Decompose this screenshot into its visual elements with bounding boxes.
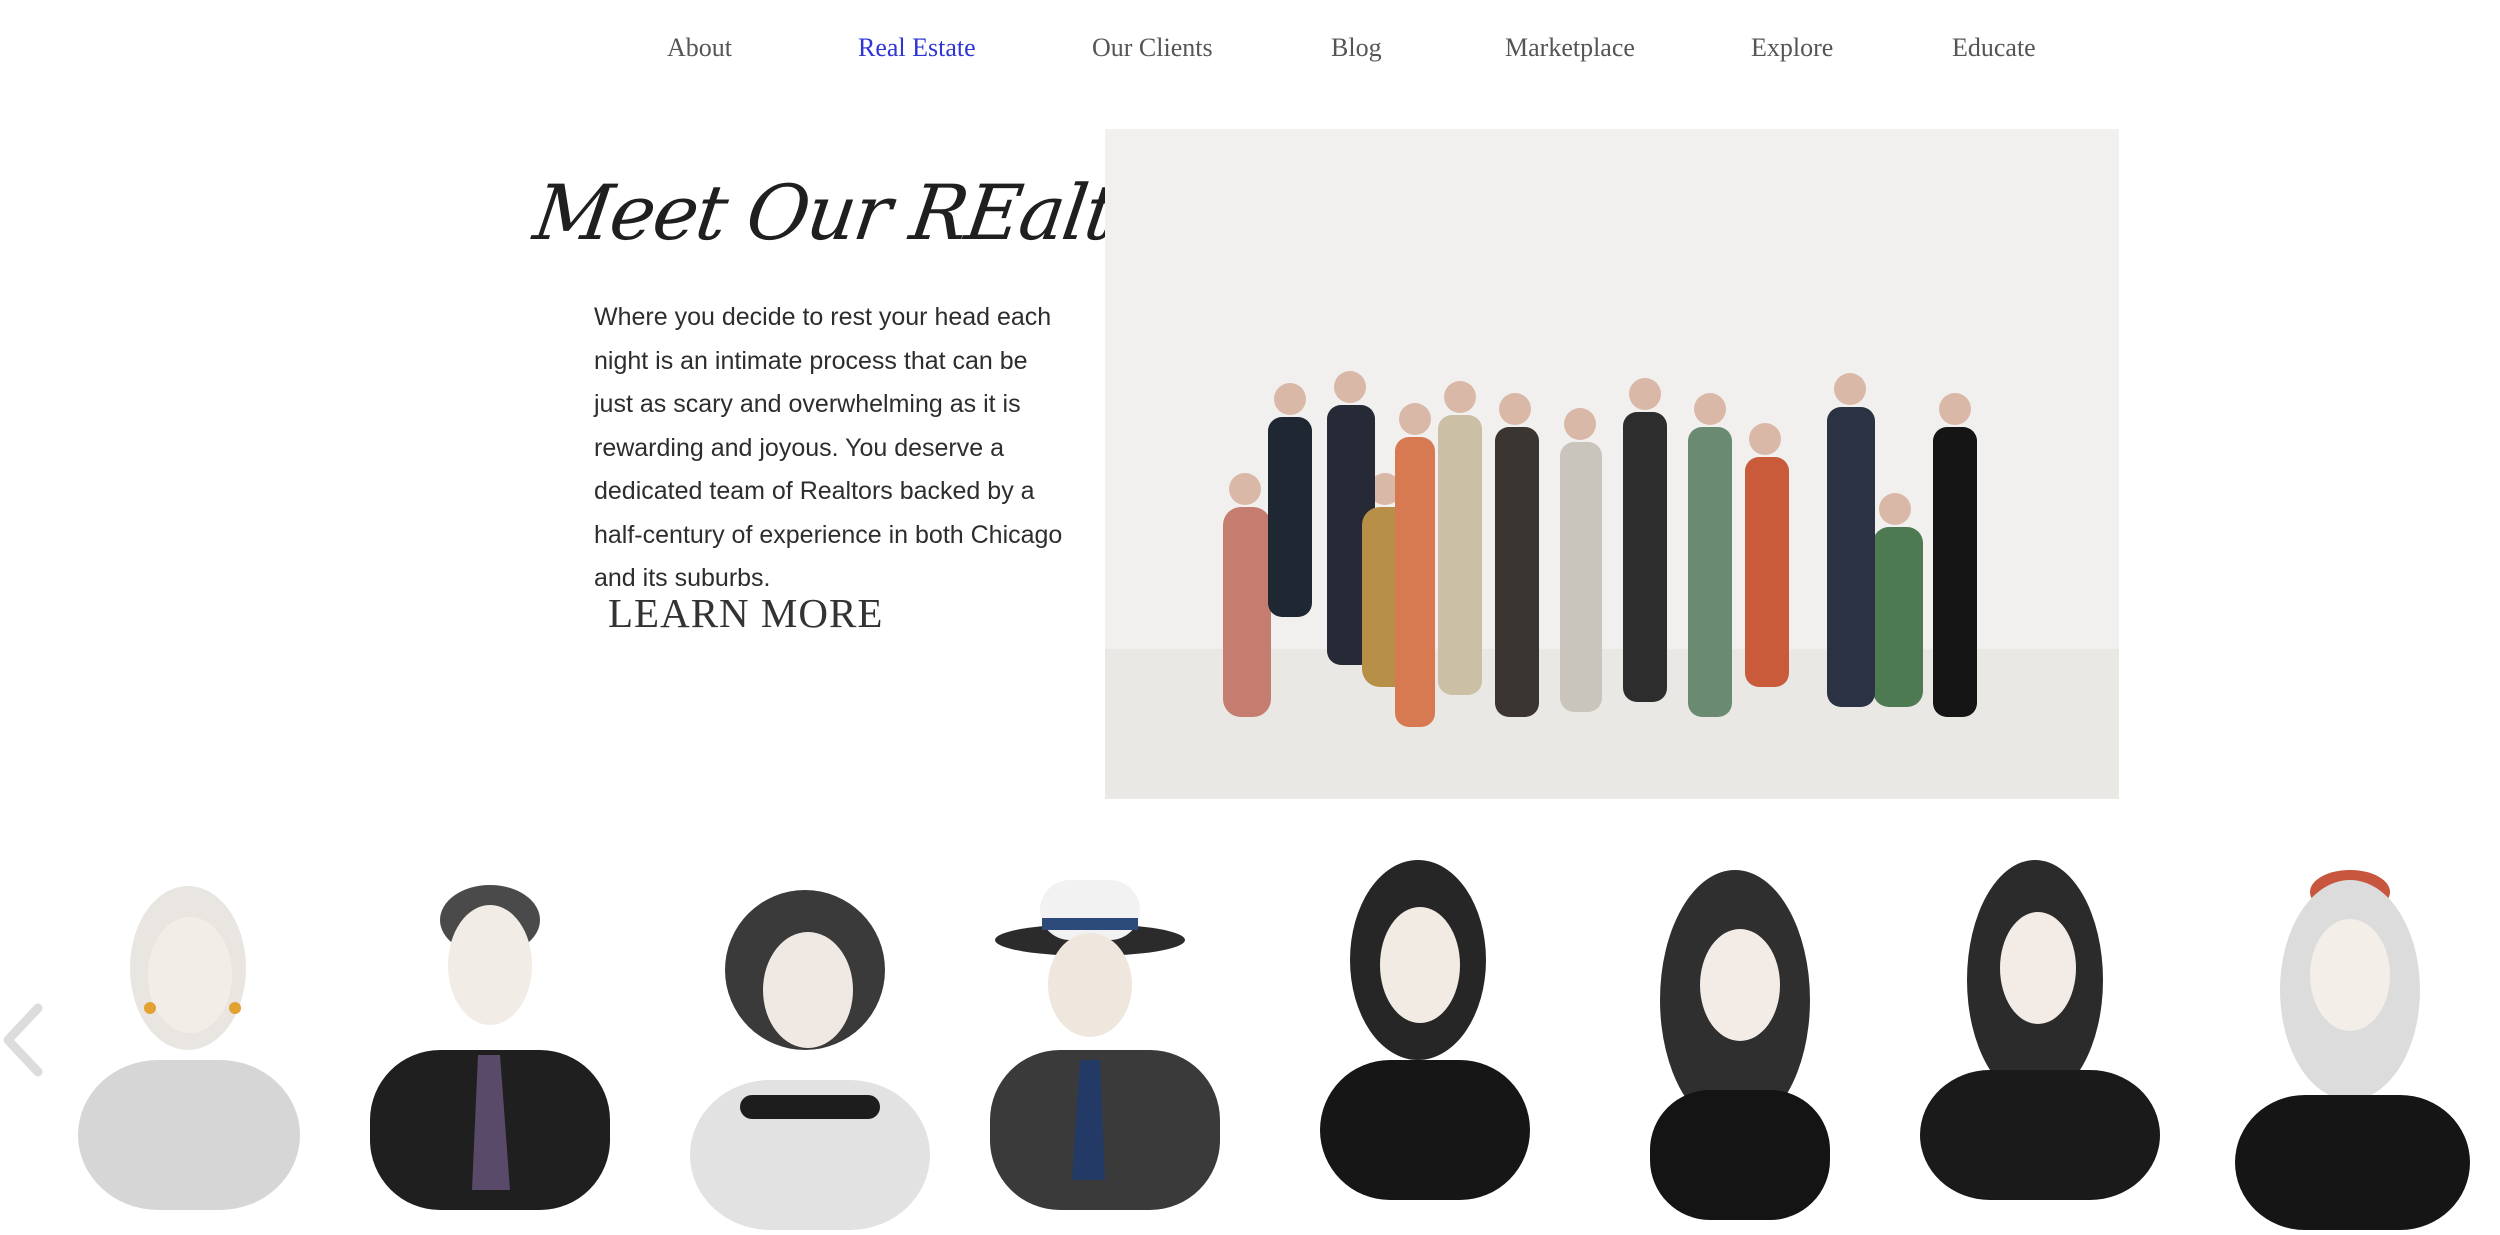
realtor-portrait[interactable] — [60, 850, 320, 1230]
nav-our-clients[interactable]: Our Clients — [1092, 33, 1213, 63]
nav-about[interactable]: About — [667, 33, 732, 63]
realtor-portrait-illustration — [370, 885, 610, 1210]
realtor-portrait-illustration — [1650, 870, 1830, 1220]
realtor-portrait[interactable] — [1300, 850, 1560, 1230]
nav-educate[interactable]: Educate — [1952, 33, 2036, 63]
nav-explore[interactable]: Explore — [1751, 33, 1833, 63]
team-photo — [1105, 129, 2119, 799]
realtor-portrait[interactable] — [680, 850, 940, 1230]
realtor-portrait[interactable] — [360, 850, 620, 1230]
realtor-portrait[interactable] — [2220, 850, 2480, 1230]
realtor-portrait-illustration — [690, 890, 930, 1230]
nav-marketplace[interactable]: Marketplace — [1505, 33, 1635, 63]
realtor-portrait-carousel — [0, 850, 2500, 1230]
realtor-portrait[interactable] — [980, 850, 1240, 1230]
realtor-portrait-illustration — [1320, 860, 1530, 1200]
intro-paragraph: Where you decide to rest your head each … — [594, 303, 1063, 592]
realtor-portrait-illustration — [990, 880, 1220, 1210]
top-navigation: About Real Estate Our Clients Blog Marke… — [0, 0, 2500, 100]
realtor-portrait[interactable] — [1910, 850, 2170, 1230]
realtor-portrait[interactable] — [1610, 850, 1870, 1230]
team-photo-illustration — [1105, 129, 2119, 799]
realtor-portrait-illustration — [2235, 870, 2470, 1230]
realtor-portrait-illustration — [78, 886, 300, 1210]
nav-real-estate[interactable]: Real Estate — [858, 33, 976, 63]
nav-blog[interactable]: Blog — [1331, 33, 1382, 63]
learn-more-button[interactable]: LEARN MORE — [608, 589, 883, 637]
realtor-portrait-illustration — [1920, 860, 2160, 1200]
